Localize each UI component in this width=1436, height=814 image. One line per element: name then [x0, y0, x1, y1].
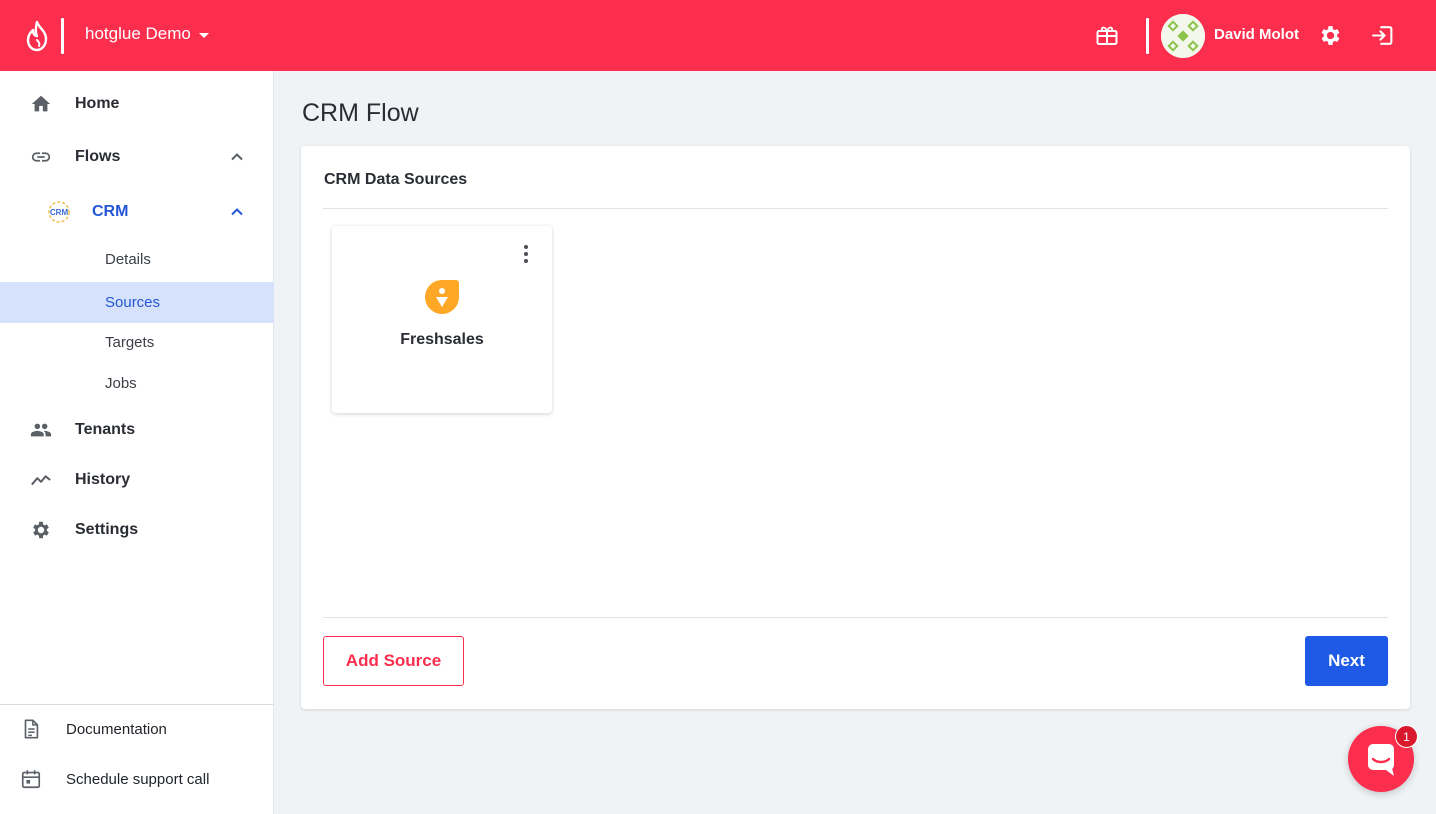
source-name: Freshsales	[400, 331, 484, 348]
avatar[interactable]	[1161, 14, 1205, 58]
sidebar-item-label: History	[75, 471, 131, 488]
sidebar-item-label: CRM	[92, 203, 129, 220]
sidebar-item-crm[interactable]: CRM CRM	[0, 192, 274, 232]
crm-logo-icon: CRM	[47, 200, 71, 224]
notification-badge: 1	[1395, 725, 1418, 748]
add-source-button[interactable]: Add Source	[323, 636, 464, 686]
gear-icon[interactable]	[1318, 23, 1343, 48]
calendar-icon	[21, 770, 41, 789]
freshsales-logo-icon	[425, 280, 459, 314]
chevron-up-icon[interactable]	[229, 149, 245, 165]
page-title: CRM Flow	[302, 99, 419, 127]
caret-down-icon	[198, 32, 209, 38]
sidebar-item-label: Flows	[75, 148, 121, 165]
sidebar-item-tenants[interactable]: Tenants	[0, 410, 274, 450]
user-divider	[1146, 18, 1149, 54]
home-icon	[31, 95, 51, 112]
logo-divider	[61, 18, 64, 54]
sidebar-subitem-label: Targets	[105, 334, 155, 351]
gift-icon[interactable]	[1095, 23, 1119, 47]
sidebar-subitem-label: Details	[105, 251, 151, 268]
sidebar-item-settings[interactable]: Settings	[0, 510, 274, 550]
source-tile-freshsales[interactable]: Freshsales	[332, 226, 552, 413]
more-vertical-icon[interactable]	[518, 243, 534, 265]
sidebar-subitem-details[interactable]: Details	[0, 239, 274, 280]
sidebar-item-history[interactable]: History	[0, 460, 274, 500]
logout-icon[interactable]	[1370, 23, 1395, 48]
people-icon	[30, 423, 52, 437]
user-name[interactable]: David Molot	[1214, 26, 1299, 43]
card-divider	[323, 208, 1388, 209]
sidebar-item-label: Documentation	[66, 720, 167, 738]
sidebar-item-label: Settings	[75, 521, 139, 538]
data-sources-card: CRM Data Sources Freshsales Add Source N…	[301, 146, 1410, 709]
sidebar-item-label: Tenants	[75, 421, 136, 438]
sidebar-item-documentation[interactable]: Documentation	[0, 709, 274, 749]
card-title: CRM Data Sources	[324, 171, 468, 188]
sidebar: Home Flows CRM CRM Details Sources Targe…	[0, 71, 274, 814]
chevron-up-icon[interactable]	[229, 204, 245, 220]
document-icon	[24, 719, 39, 739]
org-name: hotglue Demo	[85, 24, 191, 43]
sidebar-item-support-call[interactable]: Schedule support call	[0, 759, 274, 799]
sidebar-subitem-label: Jobs	[105, 375, 137, 392]
sidebar-item-home[interactable]: Home	[0, 84, 274, 124]
card-footer-divider	[323, 617, 1388, 618]
sidebar-divider	[0, 704, 274, 705]
next-button[interactable]: Next	[1305, 636, 1388, 686]
org-switcher[interactable]: hotglue Demo	[85, 24, 209, 44]
trending-icon	[31, 475, 51, 486]
gear-icon	[33, 521, 49, 539]
sidebar-subitem-jobs[interactable]: Jobs	[0, 363, 274, 404]
link-icon	[31, 152, 51, 162]
crm-logo-text: CRM	[50, 208, 69, 217]
sidebar-subitem-sources[interactable]: Sources	[0, 282, 274, 323]
sidebar-subitem-label: Sources	[105, 294, 161, 311]
sidebar-item-flows[interactable]: Flows	[0, 137, 274, 177]
sidebar-item-label: Schedule support call	[66, 770, 210, 788]
top-bar: hotglue Demo David Molot	[0, 0, 1436, 71]
sidebar-subitem-targets[interactable]: Targets	[0, 322, 274, 363]
sidebar-item-label: Home	[75, 95, 120, 112]
flame-logo-icon[interactable]	[24, 20, 50, 52]
